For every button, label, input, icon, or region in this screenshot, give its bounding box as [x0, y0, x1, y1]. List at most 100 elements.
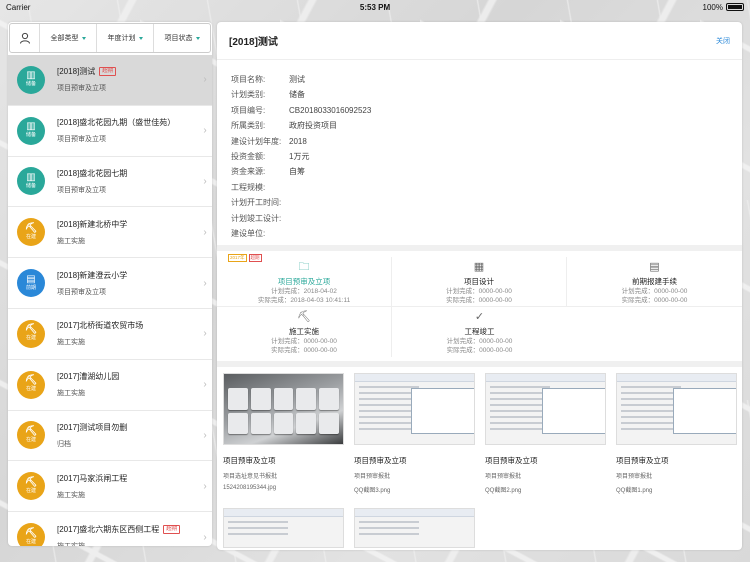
project-avatar: ▥ 储备	[17, 65, 45, 94]
filter-plan-dropdown[interactable]: 年度计划	[97, 24, 154, 52]
project-name: [2018]盛北花园九期（盛世佳苑）	[57, 118, 176, 128]
list-item[interactable]: ▤ 前期 [2018]新建澄云小学 项目预审及立项 ›	[8, 258, 212, 309]
info-row: 计划竣工设计:	[231, 211, 728, 226]
info-row: 建设单位:	[231, 226, 728, 241]
crane-icon: ⛏	[24, 222, 38, 234]
filter-type-dropdown[interactable]: 全部类型	[40, 24, 97, 52]
info-value: 1万元	[289, 152, 310, 162]
stage-name: 项目设计	[464, 277, 494, 287]
crane-icon: ⛏	[24, 476, 38, 488]
user-button[interactable]	[10, 24, 40, 52]
stage-name: 工程竣工	[464, 327, 495, 337]
attachment-description: 项目预审报批	[485, 474, 522, 481]
info-row: 计划类别: 储备	[231, 87, 728, 102]
project-badge: 在建	[25, 335, 36, 342]
project-avatar: ⛏ 在建	[17, 472, 45, 501]
attachment-filename: QQ截图1.png	[616, 488, 653, 495]
project-stage: 施工实施	[57, 491, 85, 499]
filter-status-label: 项目状态	[164, 35, 193, 42]
stage-2[interactable]: ▦ 项目设计 计划完成：0000-00-00 实际完成：0000-00-00	[392, 257, 567, 308]
overdue-tag: 超期	[163, 524, 181, 534]
stage-4[interactable]: ⛏ 施工实施 计划完成：0000-00-00 实际完成：0000-00-00	[217, 307, 392, 358]
attachment-filename: QQ截图2.png	[485, 488, 522, 495]
attachment-thumbnail[interactable]	[223, 508, 344, 549]
filter-status-dropdown[interactable]: 项目状态	[154, 24, 210, 52]
crane-icon: ⛏	[24, 425, 38, 437]
attachment-thumbnail[interactable]	[223, 373, 344, 446]
attachment-thumbnail[interactable]	[616, 373, 737, 446]
project-name: [2017]漕湖幼儿园	[57, 372, 120, 382]
stage-name: 施工实施	[289, 327, 319, 337]
list-item[interactable]: ⛏在建 [2017]盛北六期东区西侧工程超期施工实施 ›	[8, 512, 212, 546]
stage-3[interactable]: ▤ 前期报建手续 计划完成：0000-00-00 实际完成：0000-00-00	[567, 257, 742, 308]
battery-icon	[726, 3, 744, 11]
attachment-description: 项目预审报批	[354, 474, 391, 481]
attachment-description: 项目选址意见书报批	[223, 474, 278, 481]
attachment-thumbnail[interactable]	[354, 508, 475, 549]
project-list-panel: 全部类型 年度计划 项目状态 ▥ 储备 [2018]测试 超期 项目预审及立项 › ▥ 储备[…	[8, 22, 212, 546]
crane-icon: ⛏	[24, 375, 38, 387]
attachment-thumbnail[interactable]	[485, 373, 606, 446]
blueprint-icon: ▦	[473, 261, 485, 274]
stage-plan-date: 计划完成：2018-04-02	[271, 288, 337, 296]
project-title: [2018]测试 超期	[57, 66, 198, 77]
project-name: [2017]北桥街道农贸市场	[57, 321, 144, 331]
stage-actual-date: 实际完成：0000-00-00	[446, 297, 512, 305]
info-value: 储备	[289, 90, 305, 100]
attachment-card[interactable]: 项目预审及立项 项目预审报批 QQ截图3.png	[354, 373, 475, 506]
project-text: [2017]漕湖幼儿园 施工实施	[57, 371, 198, 398]
stage-actual-date: 实际完成：0000-00-00	[621, 297, 688, 305]
info-row: 所属类别: 政府投资项目	[231, 118, 728, 133]
attachment-filename: QQ截图3.png	[354, 488, 391, 495]
project-stage: 项目预审及立项	[57, 85, 106, 93]
project-title: [2017]马家浜闸工程	[57, 473, 198, 484]
project-avatar: ⛏ 在建	[17, 218, 45, 247]
filter-bar: 全部类型 年度计划 项目状态	[9, 23, 211, 53]
info-row: 工程规模:	[231, 180, 728, 195]
attachment-card[interactable]: 项目预审及立项 项目预审报批 QQ截图1.png	[616, 373, 737, 506]
list-item[interactable]: ⛏ 在建 [2017]漕湖幼儿园 施工实施 ›	[8, 360, 212, 411]
list-item[interactable]: ⛏ 在建 [2017]北桥街道农贸市场 施工实施 ›	[8, 309, 212, 360]
list-item[interactable]: ▥ 储备 [2018]测试 超期 项目预审及立项 ›	[8, 55, 212, 106]
project-avatar: ⛏ 在建	[17, 319, 45, 348]
info-key: 投资金额:	[231, 152, 266, 162]
project-detail-panel: [2018]测试 关闭 项目名称: 测试 计划类别: 储备 项目编号: CB2018033…	[217, 22, 742, 550]
list-item[interactable]: ⛏ 在建 [2018]新建北桥中学 施工实施 ›	[8, 207, 212, 259]
stage-actual-date: 实际完成：0000-00-00	[446, 347, 513, 355]
project-name: [2017]马家浜闸工程	[57, 473, 128, 483]
building-icon: ▥	[26, 121, 36, 133]
attachment-card[interactable]: 项目预审及立项 项目预审报批 QQ截图2.png	[485, 373, 606, 506]
info-row: 项目编号: CB2018033016092523	[231, 103, 728, 118]
list-item[interactable]: ▥ 储备 [2018]盛北花园七期 项目预审及立项 ›	[8, 157, 212, 208]
project-badge: 储备	[25, 132, 36, 139]
clock: 5:53 PM	[359, 2, 391, 12]
list-item[interactable]: ⛏ 在建 [2017]马家浜闸工程 施工实施 ›	[8, 461, 212, 513]
filter-type-label: 全部类型	[50, 35, 79, 42]
info-key: 项目编号:	[231, 105, 266, 115]
info-key: 建设计划年度:	[231, 136, 282, 146]
stage-5[interactable]: ✓ 工程竣工 计划完成：0000-00-00 实际完成：0000-00-00	[392, 307, 567, 357]
status-bar: Carrier 5:53 PM 100%	[0, 0, 750, 14]
project-badge: 储备	[25, 81, 36, 88]
attachment-card[interactable]: 项目预审及立项 项目选址意见书报批 1524208195344.jpg	[223, 373, 344, 506]
chevron-right-icon: ›	[203, 277, 207, 289]
chevron-right-icon: ›	[203, 480, 207, 492]
project-avatar: ▥ 储备	[17, 116, 45, 145]
stage-1[interactable]: 🗀 项目预审及立项 计划完成：2018-04-02 实际完成：2018-04-03 1…	[217, 257, 392, 308]
project-title: [2017]测试项目勿删	[57, 422, 198, 433]
list-item[interactable]: ▥ 储备 [2018]盛北花园九期（盛世佳苑） 项目预审及立项 ›	[8, 106, 212, 157]
wheelbarrow-icon: ⛏	[297, 311, 311, 324]
project-avatar: ▥ 储备	[17, 167, 45, 196]
attachment-thumbnail[interactable]	[354, 373, 475, 446]
info-key: 工程规模:	[231, 182, 266, 192]
project-text: [2018]盛北花园九期（盛世佳苑） 项目预审及立项	[57, 117, 198, 144]
project-name: [2018]新建北桥中学	[57, 219, 128, 229]
stage-name: 前期报建手续	[632, 277, 677, 287]
project-stage: 项目预审及立项	[57, 136, 106, 144]
project-avatar: ▤ 前期	[17, 269, 45, 298]
list-item[interactable]: ⛏ 在建 [2017]测试项目勿删 归档 ›	[8, 411, 212, 462]
attachment-description: 项目预审报批	[616, 474, 653, 481]
project-stage: 施工实施	[57, 541, 198, 546]
close-button[interactable]: 关闭	[716, 36, 730, 46]
crane-icon: ⛏	[24, 527, 38, 539]
